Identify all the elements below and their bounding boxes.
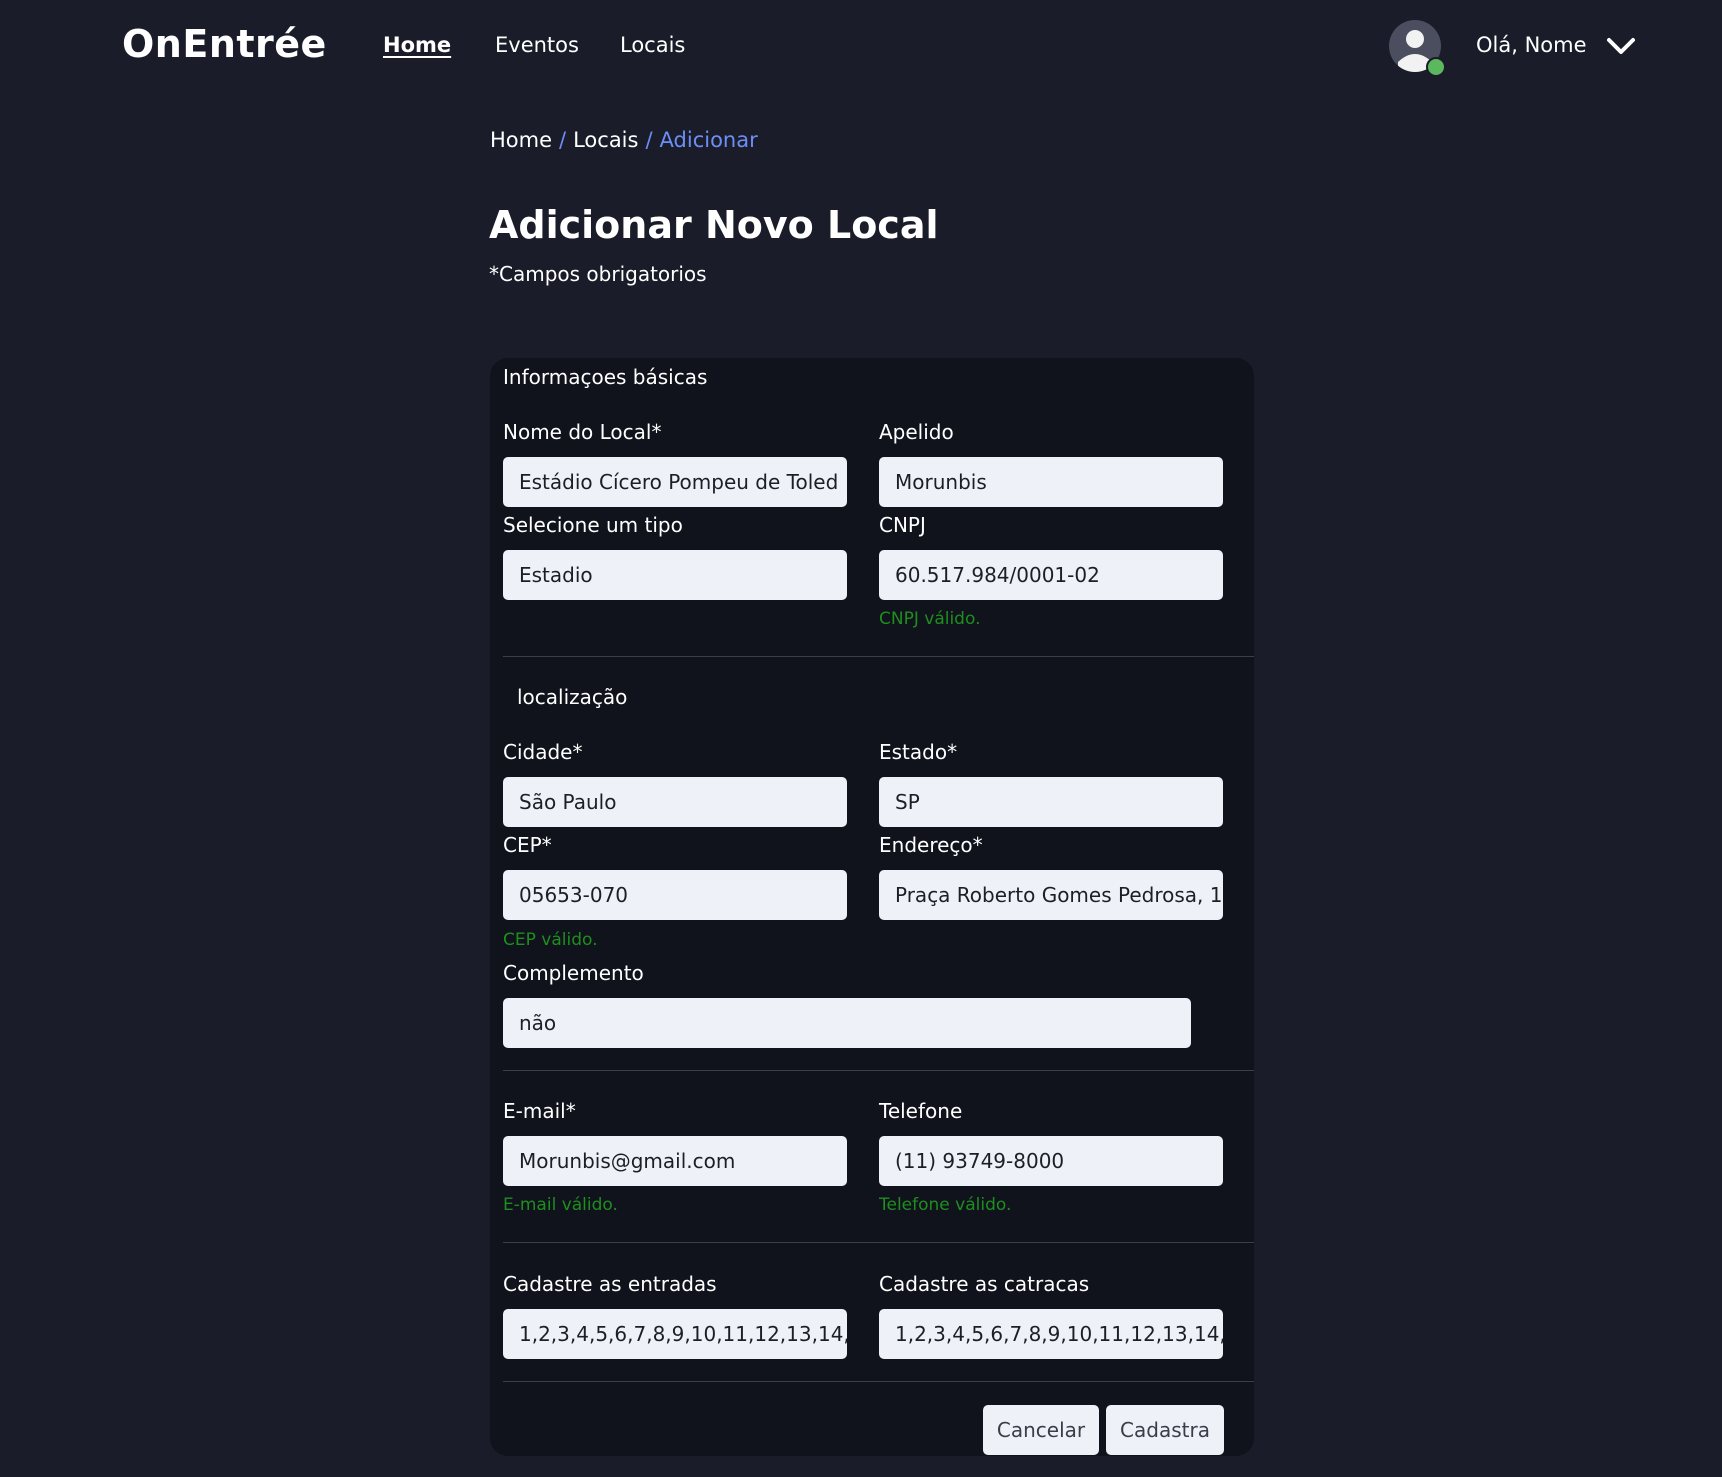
telefone-valid-message: Telefone válido. (879, 1195, 1012, 1215)
label-tipo: Selecione um tipo (503, 513, 683, 537)
label-telefone: Telefone (879, 1099, 963, 1123)
breadcrumb-home[interactable]: Home (490, 128, 552, 152)
breadcrumb-locais[interactable]: Locais (573, 128, 638, 152)
nav-link-eventos[interactable]: Eventos (495, 33, 579, 57)
required-fields-note: *Campos obrigatorios (489, 262, 707, 286)
telefone-input[interactable]: (11) 93749-8000 (879, 1136, 1223, 1186)
section-title-basic-info: Informaçoes básicas (503, 365, 708, 389)
label-cidade: Cidade* (503, 740, 583, 764)
section-divider (503, 1381, 1254, 1382)
endereco-input[interactable]: Praça Roberto Gomes Pedrosa, 1 (879, 870, 1223, 920)
label-complemento: Complemento (503, 961, 644, 985)
tipo-select[interactable]: Estadio (503, 550, 847, 600)
label-cep: CEP* (503, 833, 552, 857)
label-nome-local: Nome do Local* (503, 420, 662, 444)
user-greeting[interactable]: Olá, Nome (1476, 33, 1587, 57)
section-divider (503, 1242, 1254, 1243)
chevron-down-icon[interactable] (1606, 34, 1636, 58)
breadcrumb-adicionar: Adicionar (659, 128, 758, 152)
cep-valid-message: CEP válido. (503, 930, 598, 950)
onentree-logo[interactable]: OnEntrée (122, 22, 327, 66)
online-status-dot (1426, 57, 1446, 77)
section-title-location: localização (517, 685, 628, 709)
cep-input[interactable]: 05653-070 (503, 870, 847, 920)
label-email: E-mail* (503, 1099, 576, 1123)
label-apelido: Apelido (879, 420, 954, 444)
label-entradas: Cadastre as entradas (503, 1272, 717, 1296)
submit-button[interactable]: Cadastra (1106, 1405, 1224, 1455)
cancel-button[interactable]: Cancelar (983, 1405, 1099, 1455)
cnpj-valid-message: CNPJ válido. (879, 609, 981, 629)
cidade-input[interactable]: São Paulo (503, 777, 847, 827)
email-valid-message: E-mail válido. (503, 1195, 618, 1215)
label-endereco: Endereço* (879, 833, 983, 857)
cnpj-input[interactable]: 60.517.984/0001-02 (879, 550, 1223, 600)
page-title: Adicionar Novo Local (489, 203, 939, 247)
entradas-input[interactable]: 1,2,3,4,5,6,7,8,9,10,11,12,13,14,15 (503, 1309, 847, 1359)
label-cnpj: CNPJ (879, 513, 926, 537)
breadcrumb-separator: / (559, 128, 567, 152)
estado-input[interactable]: SP (879, 777, 1223, 827)
nav-link-locais[interactable]: Locais (620, 33, 685, 57)
top-navbar: OnEntrée Home Eventos Locais Olá, Nome (0, 0, 1722, 95)
add-location-form: Informaçoes básicas Nome do Local* Apeli… (490, 358, 1254, 1456)
nome-local-input[interactable]: Estádio Cícero Pompeu de Toled (503, 457, 847, 507)
breadcrumb: Home / Locais / Adicionar (490, 128, 758, 152)
nav-link-home[interactable]: Home (383, 33, 451, 57)
section-divider (503, 1070, 1254, 1071)
apelido-input[interactable]: Morunbis (879, 457, 1223, 507)
breadcrumb-separator: / (645, 128, 653, 152)
section-divider (503, 656, 1254, 657)
catracas-input[interactable]: 1,2,3,4,5,6,7,8,9,10,11,12,13,14,15 (879, 1309, 1223, 1359)
email-input[interactable]: Morunbis@gmail.com (503, 1136, 847, 1186)
label-catracas: Cadastre as catracas (879, 1272, 1090, 1296)
label-estado: Estado* (879, 740, 958, 764)
complemento-input[interactable]: não (503, 998, 1191, 1048)
